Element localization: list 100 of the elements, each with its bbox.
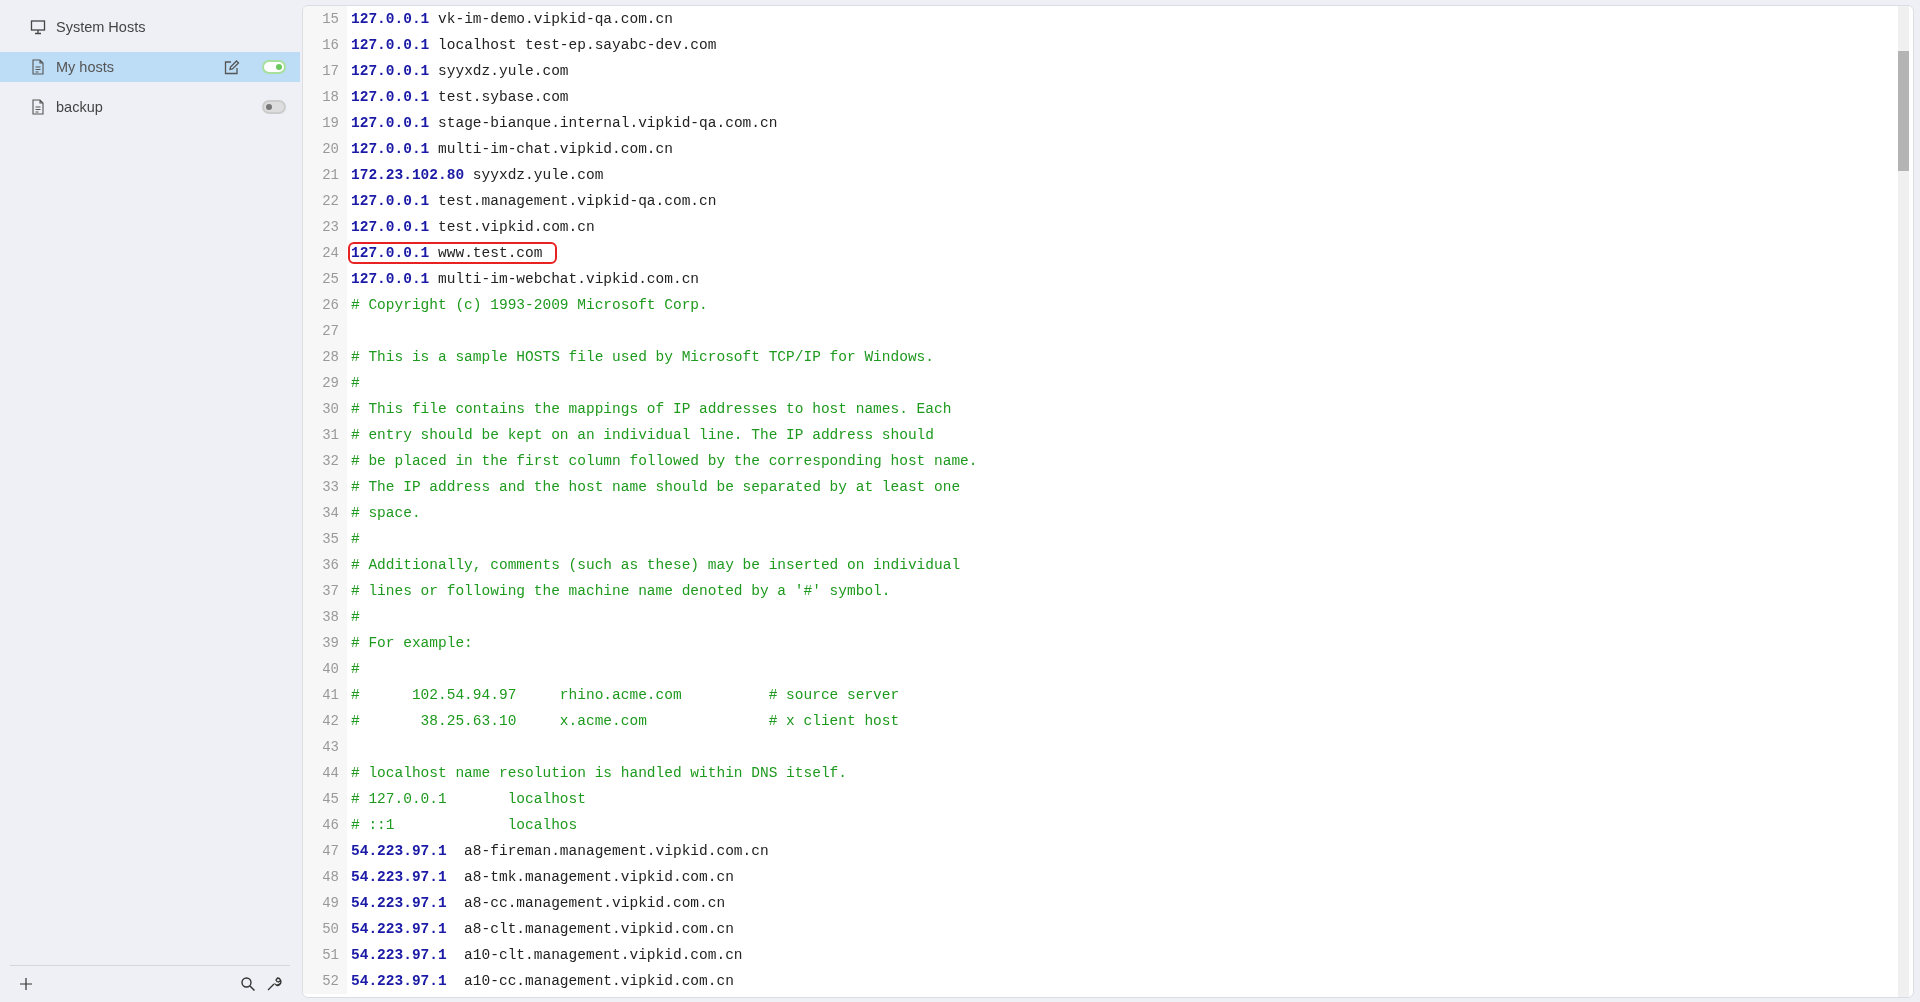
ip-address: 172.23.102.80 <box>351 167 465 183</box>
host-name: test.management.vipkid-qa.com.cn <box>438 193 717 209</box>
comment-text: # 127.0.0.1 localhost <box>351 791 586 807</box>
ip-address: 127.0.0.1 <box>351 115 430 131</box>
toggle-switch[interactable] <box>262 100 286 114</box>
host-name: a10-clt.management.vipkid.com.cn <box>463 947 743 963</box>
host-name: multi-im-webchat.vipkid.com.cn <box>438 271 700 287</box>
ip-address: 127.0.0.1 <box>351 63 430 79</box>
ip-address: 127.0.0.1 <box>351 141 430 157</box>
line-number: 22 <box>303 188 347 214</box>
ip-address: 127.0.0.1 <box>351 245 430 261</box>
line-number: 38 <box>303 604 347 630</box>
ip-address: 127.0.0.1 <box>351 219 430 235</box>
comment-text: # <box>351 661 360 677</box>
line-number: 42 <box>303 708 347 734</box>
line-number: 46 <box>303 812 347 838</box>
line-number: 32 <box>303 448 347 474</box>
line-number: 23 <box>303 214 347 240</box>
line-number: 21 <box>303 162 347 188</box>
ip-address: 54.223.97.1 <box>351 921 447 937</box>
line-number: 28 <box>303 344 347 370</box>
host-name: a8-tmk.management.vipkid.com.cn <box>463 869 734 885</box>
line-number: 51 <box>303 942 347 968</box>
line-number: 39 <box>303 630 347 656</box>
line-number: 30 <box>303 396 347 422</box>
comment-text: # Copyright (c) 1993-2009 Microsoft Corp. <box>351 297 708 313</box>
line-number: 19 <box>303 110 347 136</box>
line-number: 44 <box>303 760 347 786</box>
document-icon <box>30 59 46 75</box>
sidebar-item[interactable]: backup <box>0 92 300 122</box>
comment-text: # lines or following the machine name denoted by a '#' symbol. <box>351 583 891 599</box>
ip-address: 54.223.97.1 <box>351 895 447 911</box>
host-name: syyxdz.yule.com <box>438 63 569 79</box>
line-number: 26 <box>303 292 347 318</box>
line-number: 34 <box>303 500 347 526</box>
host-name: syyxdz.yule.com <box>472 167 604 183</box>
ip-address: 54.223.97.1 <box>351 869 447 885</box>
line-number: 31 <box>303 422 347 448</box>
comment-text: # <box>351 531 360 547</box>
host-name: a8-fireman.management.vipkid.com.cn <box>463 843 769 859</box>
host-name: test.vipkid.com.cn <box>438 219 595 235</box>
comment-text: # be placed in the first column followed by the corresponding host name. <box>351 453 978 469</box>
comment-text: # ::1 localhos <box>351 817 578 833</box>
line-number: 24 <box>303 240 347 266</box>
comment-text: # entry should be kept on an individual line. The IP address should <box>351 427 934 443</box>
line-number: 35 <box>303 526 347 552</box>
code-editor[interactable] <box>302 5 1914 998</box>
edit-icon[interactable] <box>224 59 240 75</box>
comment-text: # 38.25.63.10 x.acme.com # x client host <box>351 713 900 729</box>
scrollbar[interactable] <box>1898 6 1909 997</box>
line-number: 33 <box>303 474 347 500</box>
line-number: 25 <box>303 266 347 292</box>
sidebar-item[interactable]: System Hosts <box>0 12 300 42</box>
sidebar-item[interactable]: My hosts <box>0 52 300 82</box>
host-name: stage-bianque.internal.vipkid-qa.com.cn <box>438 115 778 131</box>
host-name: a8-clt.management.vipkid.com.cn <box>463 921 734 937</box>
line-number: 17 <box>303 58 347 84</box>
line-number: 40 <box>303 656 347 682</box>
comment-text: # Additionally, comments (such as these) may be inserted on individual <box>351 557 961 573</box>
ip-address: 54.223.97.1 <box>351 947 447 963</box>
host-name: vk-im-demo.vipkid-qa.com.cn <box>438 11 673 27</box>
line-number: 29 <box>303 370 347 396</box>
monitor-icon <box>30 19 46 35</box>
host-name: test.sybase.com <box>438 89 569 105</box>
comment-text: # localhost name resolution is handled within DNS itself. <box>351 765 847 781</box>
line-number: 18 <box>303 84 347 110</box>
host-name: multi-im-chat.vipkid.com.cn <box>438 141 673 157</box>
line-number: 20 <box>303 136 347 162</box>
line-number: 45 <box>303 786 347 812</box>
comment-text: # The IP address and the host name should be separated by at least one <box>351 479 961 495</box>
ip-address: 127.0.0.1 <box>351 11 430 27</box>
line-number: 37 <box>303 578 347 604</box>
ip-address: 54.223.97.1 <box>351 973 447 989</box>
host-name: a10-cc.management.vipkid.com.cn <box>463 973 734 989</box>
line-number: 48 <box>303 864 347 890</box>
line-number: 41 <box>303 682 347 708</box>
ip-address: 127.0.0.1 <box>351 193 430 209</box>
document-icon <box>30 99 46 115</box>
comment-text: # 102.54.94.97 rhino.acme.com # source server <box>351 687 900 703</box>
host-name: www.test.com <box>438 245 543 261</box>
line-number: 15 <box>303 6 347 32</box>
line-number: 43 <box>303 734 347 760</box>
ip-address: 127.0.0.1 <box>351 37 430 53</box>
line-number: 47 <box>303 838 347 864</box>
comment-text: # space. <box>351 505 421 521</box>
toggle-switch[interactable] <box>262 60 286 74</box>
host-name: a8-cc.management.vipkid.com.cn <box>463 895 726 911</box>
comment-text: # <box>351 375 360 391</box>
search-icon[interactable] <box>240 976 256 992</box>
comment-text: # <box>351 609 360 625</box>
line-number: 49 <box>303 890 347 916</box>
ip-address: 127.0.0.1 <box>351 271 430 287</box>
line-number: 16 <box>303 32 347 58</box>
comment-text: # For example: <box>351 635 473 651</box>
line-number: 36 <box>303 552 347 578</box>
ip-address: 54.223.97.1 <box>351 843 447 859</box>
line-number: 52 <box>303 968 347 994</box>
comment-text: # This is a sample HOSTS file used by Microsoft TCP/IP for Windows. <box>351 349 934 365</box>
line-number: 27 <box>303 318 347 344</box>
add-icon[interactable] <box>18 976 34 992</box>
